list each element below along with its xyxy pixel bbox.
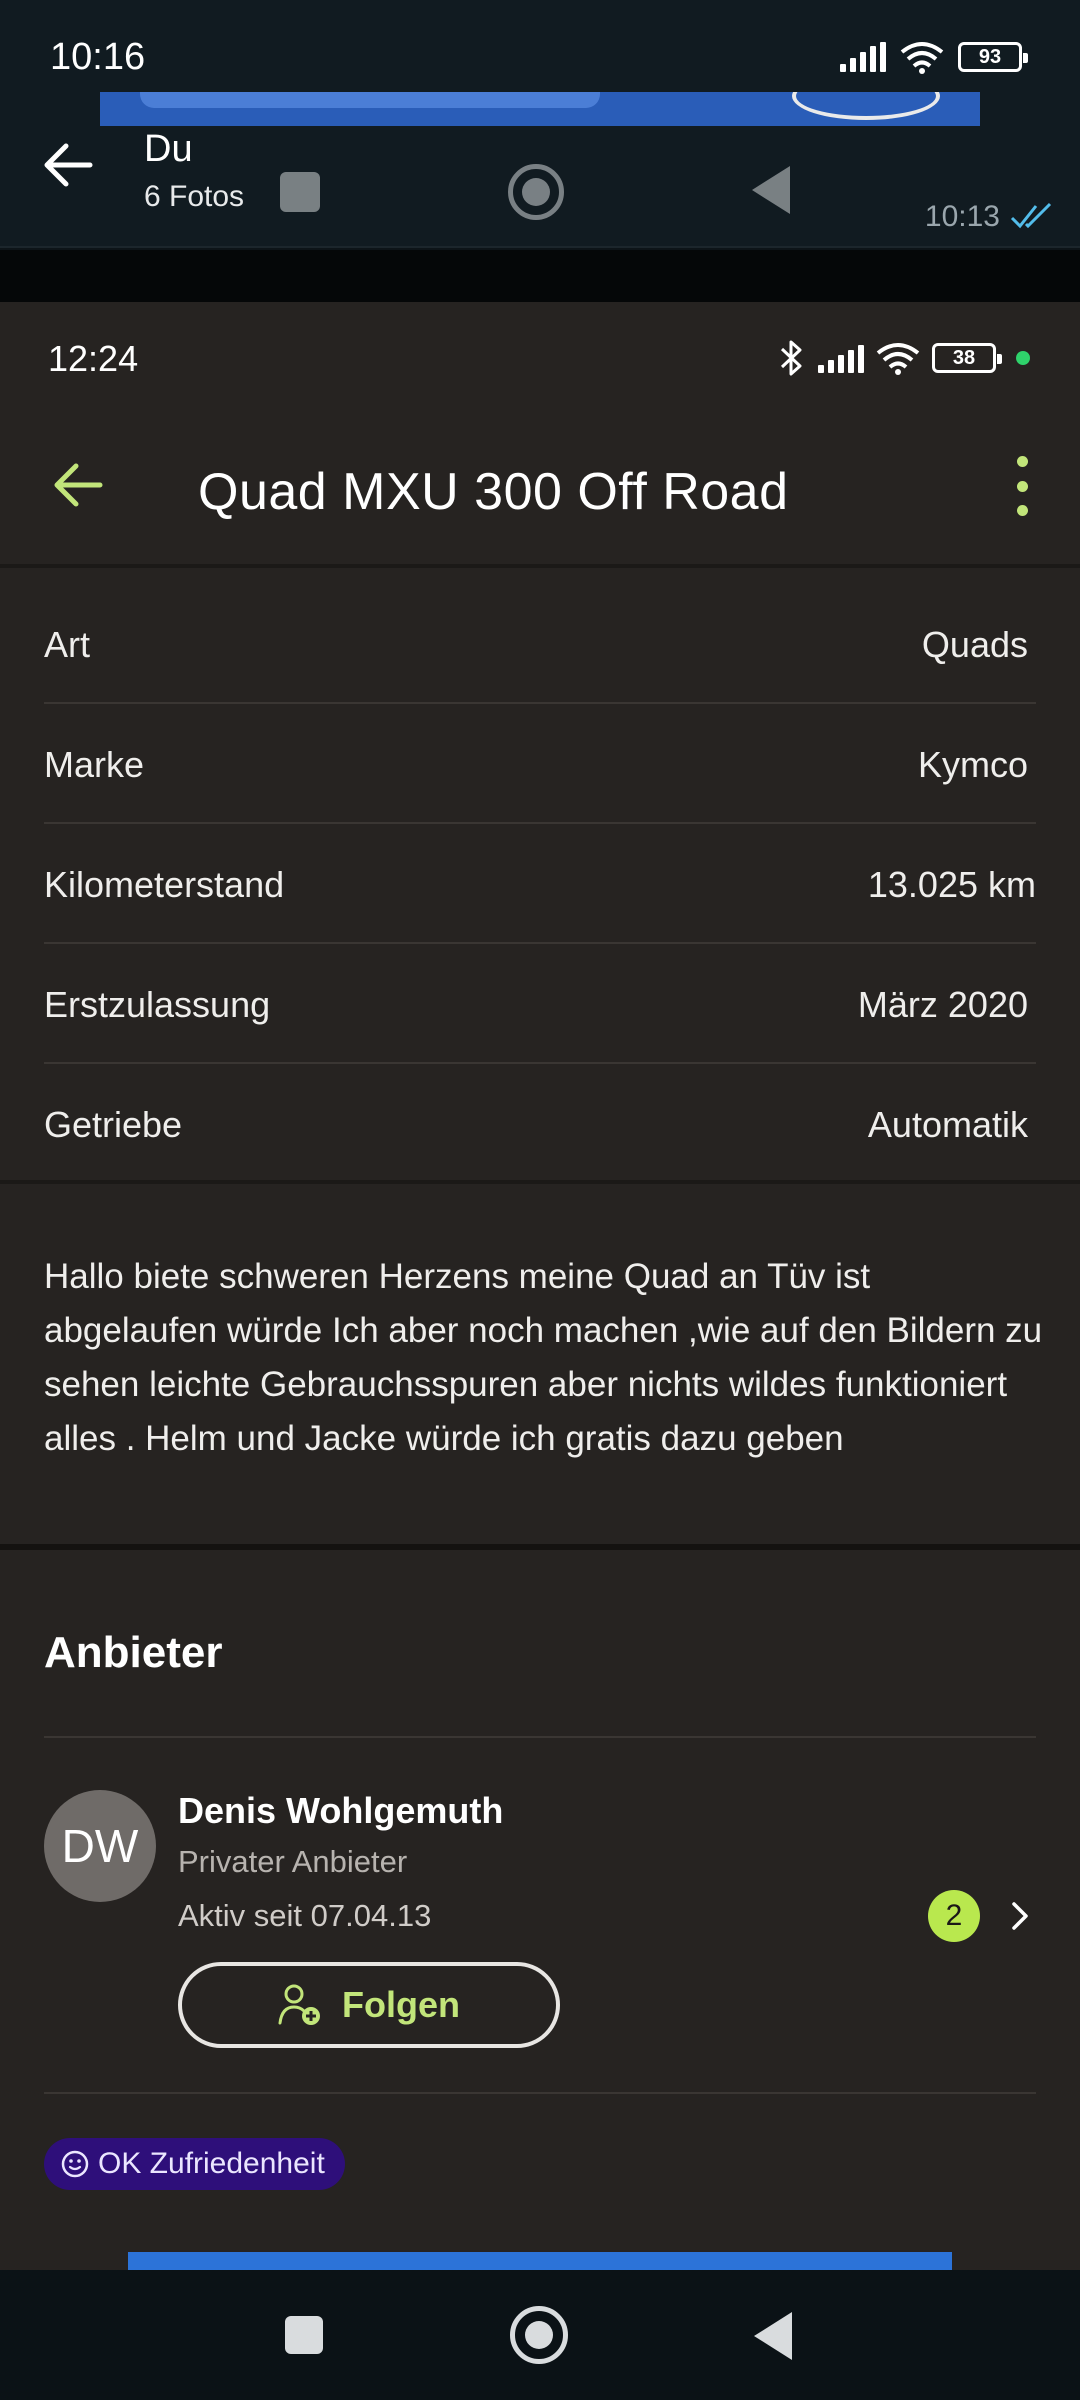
recents-square-icon[interactable] — [285, 2316, 323, 2354]
detail-row: Kilometerstand 13.025 km — [44, 824, 1036, 944]
detail-label: Marke — [44, 744, 145, 785]
battery-icon: 93 — [958, 42, 1028, 72]
outer-status-icons: 93 — [840, 40, 1028, 74]
inner-status-bar: 12:24 38 — [0, 302, 1080, 418]
divider — [0, 250, 1080, 302]
seller-section: Anbieter DW Denis Wohlgemuth Privater An… — [0, 1568, 1080, 2248]
seller-active-since: Aktiv seit 07.04.13 — [178, 1898, 432, 1933]
detail-value: Kymco — [917, 744, 1028, 785]
wifi-icon — [876, 343, 920, 375]
overlay-home-icon — [508, 164, 564, 220]
satisfaction-label: OK Zufriedenheit — [98, 2147, 325, 2180]
inner-status-time: 12:24 — [48, 338, 139, 379]
listing-details: Art Quads Marke Kymco Kilometerstand 13.… — [0, 584, 1080, 1184]
back-triangle-icon[interactable] — [754, 2312, 792, 2360]
follow-label: Folgen — [342, 1984, 460, 2025]
detail-label: Getriebe — [44, 1104, 183, 1145]
outer-chat-header: Du 6 Fotos 10:13 — [0, 92, 1080, 248]
listing-app-bar: Quad MXU 300 Off Road — [0, 418, 1080, 568]
seller-name[interactable]: Denis Wohlgemuth — [178, 1790, 503, 1832]
smiley-icon — [61, 2150, 89, 2178]
overlay-back-icon — [752, 166, 790, 214]
detail-value: Automatik — [867, 1104, 1028, 1145]
description-text: Hallo biete schweren Herzens meine Quad … — [44, 1257, 1043, 1458]
listing-description: Hallo biete schweren Herzens meine Quad … — [0, 1200, 1080, 1550]
ad-banner-fragment — [100, 92, 980, 126]
detail-row: Getriebe Automatik — [44, 1064, 1036, 1184]
battery-icon: 38 — [932, 343, 1002, 373]
detail-row: Art Quads — [44, 584, 1036, 704]
listing-title: Quad MXU 300 Off Road — [198, 463, 789, 521]
satisfaction-badge: OK Zufriedenheit — [44, 2138, 345, 2190]
back-arrow-icon[interactable] — [40, 140, 96, 190]
wifi-icon — [900, 42, 944, 74]
message-time: 10:13 — [924, 200, 1000, 233]
system-nav-bar — [0, 2270, 1080, 2400]
avatar[interactable]: DW — [44, 1790, 156, 1902]
home-circle-icon[interactable] — [510, 2306, 568, 2364]
outer-status-time: 10:16 — [50, 36, 146, 78]
detail-value: 13.025 km — [867, 864, 1036, 905]
divider — [44, 1736, 1036, 1738]
more-vert-icon[interactable] — [1012, 456, 1032, 516]
seller-type: Privater Anbieter — [178, 1844, 408, 1879]
inner-status-icons: 38 — [776, 338, 1030, 378]
chevron-right-icon[interactable] — [1008, 1898, 1032, 1934]
seller-heading: Anbieter — [44, 1628, 223, 1677]
follow-button[interactable]: Folgen — [178, 1962, 560, 2048]
detail-row: Marke Kymco — [44, 704, 1036, 824]
signal-icon — [840, 42, 886, 72]
detail-value: Quads — [921, 624, 1028, 665]
chat-title: Du — [144, 128, 193, 170]
privacy-dot-icon — [1016, 351, 1030, 365]
listing-screenshot: 12:24 38 Quad MXU 300 Off Road Art Quads… — [0, 302, 1080, 2270]
detail-label: Art — [44, 624, 91, 665]
chat-subtitle: 6 Fotos — [144, 180, 245, 213]
outer-status-bar: 10:16 93 — [0, 0, 1080, 92]
detail-value: März 2020 — [857, 984, 1028, 1025]
detail-label: Kilometerstand — [44, 864, 285, 905]
bluetooth-icon — [780, 340, 802, 376]
listing-count-badge[interactable]: 2 — [928, 1890, 980, 1942]
detail-row: Erstzulassung März 2020 — [44, 944, 1036, 1064]
overlay-square-icon — [280, 172, 320, 212]
double-check-icon — [1010, 202, 1052, 229]
signal-icon — [818, 343, 864, 373]
back-arrow-icon[interactable] — [50, 460, 106, 510]
detail-label: Erstzulassung — [44, 984, 271, 1025]
divider — [44, 2092, 1036, 2094]
add-person-icon — [278, 1984, 320, 2025]
ad-banner-fragment — [128, 2252, 952, 2270]
